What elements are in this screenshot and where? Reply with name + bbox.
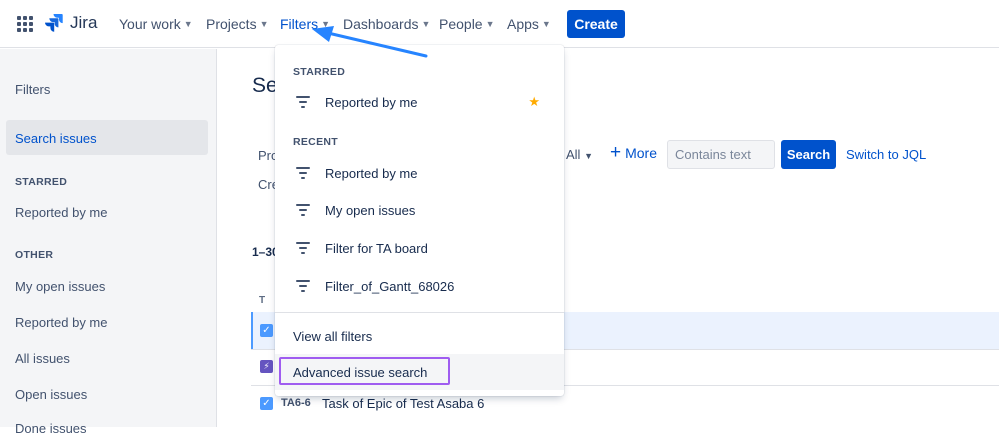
sidebar-title: Filters	[15, 82, 51, 97]
sidebar-item-reported-by-me[interactable]: Reported by me	[15, 315, 108, 330]
chevron-down-icon: ▼	[485, 19, 495, 29]
jira-logo-icon	[45, 14, 63, 32]
dropdown-item-recent-reported-by-me[interactable]: Reported by me	[275, 156, 564, 190]
logo-text: Jira	[70, 13, 98, 32]
create-button[interactable]: Create	[567, 10, 625, 38]
task-icon: ✓	[260, 397, 273, 410]
filter-icon	[296, 280, 310, 292]
nav-your-work-label: Your work	[119, 16, 181, 32]
nav-projects[interactable]: Projects ▼	[206, 16, 269, 32]
sidebar: Filters Search issues STARRED Reported b…	[0, 49, 217, 436]
plus-icon: +	[610, 142, 622, 163]
chevron-down-icon: ▼	[183, 19, 193, 29]
dropdown-starred-heading: STARRED	[293, 66, 346, 78]
dropdown-item-label: Reported by me	[325, 94, 418, 110]
dropdown-item-starred-reported-by-me[interactable]: Reported by me ★	[275, 85, 564, 119]
dropdown-item-my-open-issues[interactable]: My open issues	[275, 193, 564, 227]
nav-people-label: People	[439, 16, 483, 32]
chevron-down-icon: ▼	[321, 19, 331, 29]
chevron-down-icon: ▼	[541, 19, 551, 29]
dropdown-item-label: My open issues	[325, 202, 416, 218]
chevron-down-icon: ▼	[259, 19, 269, 29]
nav-filters[interactable]: Filters ▼	[280, 16, 330, 32]
advanced-issue-search-link[interactable]: Advanced issue search	[293, 365, 427, 380]
all-dropdown-label: All	[566, 147, 581, 162]
more-filters-button[interactable]: + More	[610, 142, 658, 163]
dropdown-item-label: Reported by me	[325, 165, 418, 181]
sidebar-item-done-issues[interactable]: Done issues	[15, 421, 87, 436]
nav-projects-label: Projects	[206, 16, 257, 32]
search-button[interactable]: Search	[781, 140, 836, 169]
filter-icon	[296, 96, 310, 108]
filters-dropdown-menu: STARRED Reported by me ★ RECENT Reported…	[275, 45, 564, 396]
dropdown-item-label: Filter for TA board	[325, 240, 428, 256]
chevron-down-icon: ▼	[421, 19, 431, 29]
nav-apps-label: Apps	[507, 16, 539, 32]
app-switcher-icon[interactable]	[17, 16, 33, 32]
filter-icon	[296, 167, 310, 179]
more-label: More	[625, 145, 658, 161]
epic-icon: ⚡	[260, 360, 273, 373]
filter-icon	[296, 204, 310, 216]
dropdown-divider	[275, 312, 564, 313]
view-all-filters-link[interactable]: View all filters	[293, 329, 372, 344]
nav-dashboards[interactable]: Dashboards ▼	[343, 16, 430, 32]
nav-filters-label: Filters	[280, 16, 319, 32]
star-icon[interactable]: ★	[528, 94, 540, 110]
sidebar-item-my-open-issues[interactable]: My open issues	[15, 279, 105, 294]
top-navigation: Jira Your work ▼ Projects ▼ Filters ▼ Da…	[0, 0, 999, 48]
sidebar-item-all-issues[interactable]: All issues	[15, 351, 70, 366]
task-icon: ✓	[260, 324, 273, 337]
dropdown-item-filter-for-ta-board[interactable]: Filter for TA board	[275, 231, 564, 265]
jira-logo[interactable]: Jira	[44, 13, 97, 33]
nav-your-work[interactable]: Your work ▼	[119, 16, 193, 32]
switch-to-jql-link[interactable]: Switch to JQL	[846, 147, 926, 162]
sidebar-item-search-issues-label: Search issues	[15, 131, 97, 146]
page-title: Se	[252, 74, 278, 97]
search-text-input[interactable]	[667, 140, 775, 169]
dropdown-recent-heading: RECENT	[293, 136, 338, 148]
issue-key[interactable]: TA6-6	[281, 397, 311, 409]
sidebar-other-heading: OTHER	[15, 249, 54, 261]
sidebar-item-starred-reported-by-me[interactable]: Reported by me	[15, 205, 108, 220]
all-dropdown[interactable]: All ▼	[566, 147, 593, 162]
nav-people[interactable]: People ▼	[439, 16, 495, 32]
chevron-down-icon: ▼	[584, 151, 593, 161]
dropdown-item-label: Filter_of_Gantt_68026	[325, 278, 455, 294]
nav-apps[interactable]: Apps ▼	[507, 16, 551, 32]
sidebar-starred-heading: STARRED	[15, 176, 68, 188]
column-header-type[interactable]: T	[259, 295, 265, 306]
dropdown-item-filter-of-gantt[interactable]: Filter_of_Gantt_68026	[275, 269, 564, 303]
issue-summary[interactable]: Task of Epic of Test Asaba 6	[322, 396, 484, 411]
nav-dashboards-label: Dashboards	[343, 16, 419, 32]
sidebar-item-open-issues[interactable]: Open issues	[15, 387, 87, 402]
filter-icon	[296, 242, 310, 254]
